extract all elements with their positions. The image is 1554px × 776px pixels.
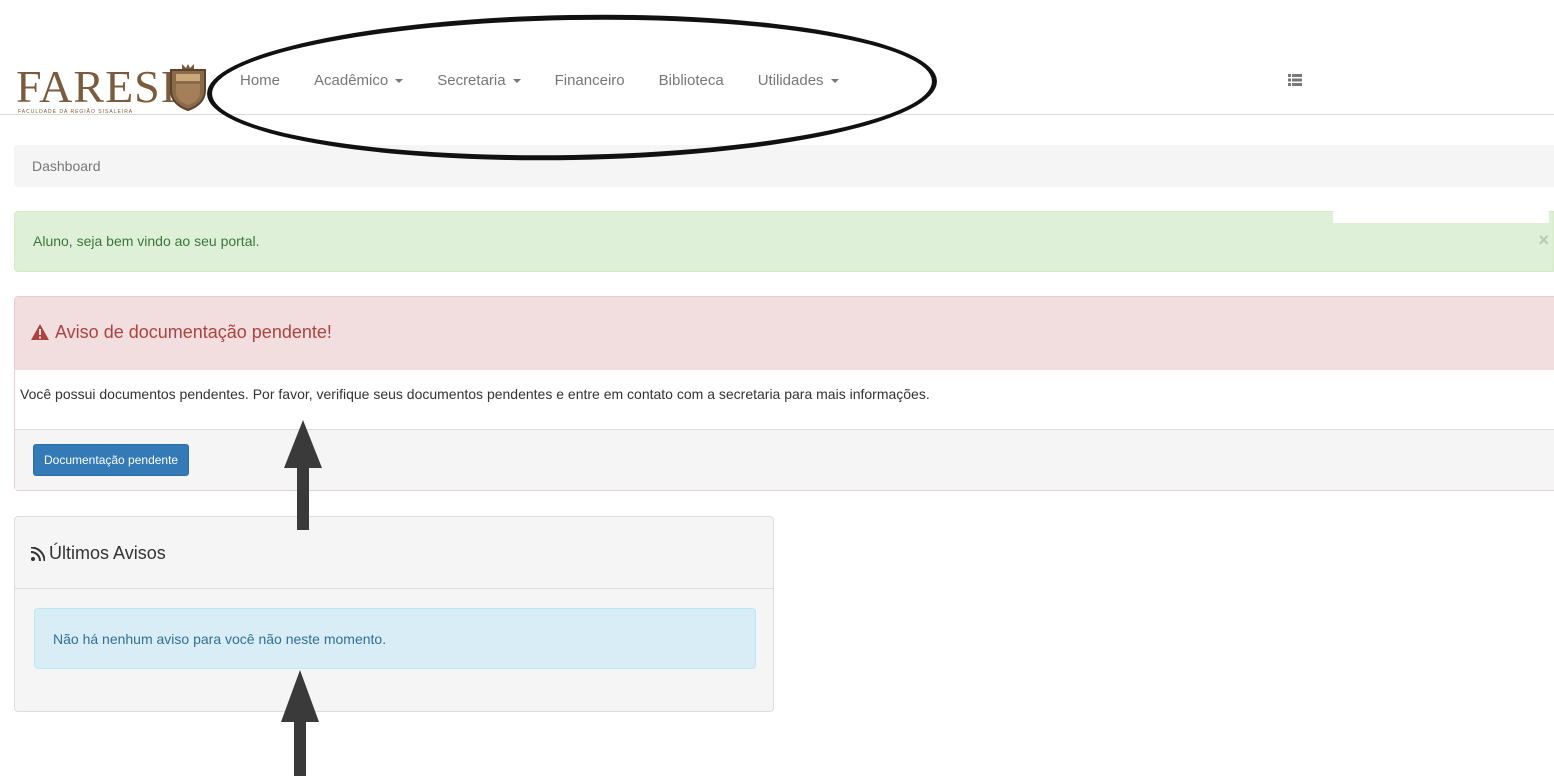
no-notices-alert: Não há nenhum aviso para você não neste … bbox=[34, 608, 756, 669]
logo-text: FARESI bbox=[16, 61, 178, 112]
faresi-logo[interactable]: FARESI FACULDADE DA REGIÃO SISALEIRA bbox=[14, 64, 209, 116]
latest-notices-heading: Últimos Avisos bbox=[15, 517, 773, 589]
welcome-alert: Aluno, seja bem vindo ao seu portal. × bbox=[14, 211, 1554, 272]
main-menu: Home Acadêmico Secretaria Financeiro Bib… bbox=[240, 72, 873, 89]
warning-icon bbox=[31, 324, 49, 340]
top-navbar: FARESI FACULDADE DA REGIÃO SISALEIRA Hom… bbox=[0, 0, 1554, 115]
breadcrumb-dashboard[interactable]: Dashboard bbox=[32, 158, 101, 174]
pending-documents-title: Aviso de documentação pendente! bbox=[55, 322, 332, 342]
latest-notices-panel: Últimos Avisos Não há nenhum aviso para … bbox=[14, 516, 774, 712]
close-icon[interactable]: × bbox=[1538, 230, 1549, 251]
logo-subtitle: FACULDADE DA REGIÃO SISALEIRA bbox=[18, 109, 134, 115]
latest-notices-title: Últimos Avisos bbox=[49, 543, 166, 563]
pending-documents-heading: Aviso de documentação pendente! bbox=[15, 297, 1554, 370]
list-icon[interactable] bbox=[1288, 74, 1302, 86]
nav-financeiro-label: Financeiro bbox=[554, 72, 625, 89]
nav-utilidades-label: Utilidades bbox=[757, 72, 824, 89]
nav-financeiro[interactable]: Financeiro bbox=[555, 72, 625, 89]
alert-patch bbox=[1333, 211, 1549, 223]
nav-home[interactable]: Home bbox=[240, 72, 280, 89]
breadcrumb: Dashboard bbox=[14, 145, 1554, 187]
nav-secretaria[interactable]: Secretaria bbox=[437, 72, 521, 89]
nav-biblioteca-label: Biblioteca bbox=[658, 72, 724, 89]
shield-crest-icon bbox=[170, 64, 206, 112]
pending-documents-footer: Documentação pendente bbox=[15, 430, 1554, 490]
caret-down-icon bbox=[512, 78, 521, 83]
nav-home-label: Home bbox=[240, 72, 281, 89]
pending-documents-button[interactable]: Documentação pendente bbox=[33, 444, 190, 476]
caret-down-icon bbox=[395, 78, 404, 83]
pending-documents-text: Você possui documentos pendentes. Por fa… bbox=[20, 386, 930, 402]
nav-secretaria-label: Secretaria bbox=[437, 72, 506, 89]
welcome-message: Aluno, seja bem vindo ao seu portal. bbox=[33, 233, 260, 249]
caret-down-icon bbox=[830, 78, 839, 83]
nav-academico[interactable]: Acadêmico bbox=[314, 72, 404, 89]
pending-documents-body: Você possui documentos pendentes. Por fa… bbox=[15, 370, 1554, 430]
nav-biblioteca[interactable]: Biblioteca bbox=[659, 72, 724, 89]
rss-icon bbox=[31, 547, 45, 561]
no-notices-message: Não há nenhum aviso para você não neste … bbox=[53, 631, 387, 647]
pending-documents-panel: Aviso de documentação pendente! Você pos… bbox=[14, 296, 1554, 491]
nav-utilidades[interactable]: Utilidades bbox=[758, 72, 839, 89]
nav-academico-label: Acadêmico bbox=[314, 72, 389, 89]
